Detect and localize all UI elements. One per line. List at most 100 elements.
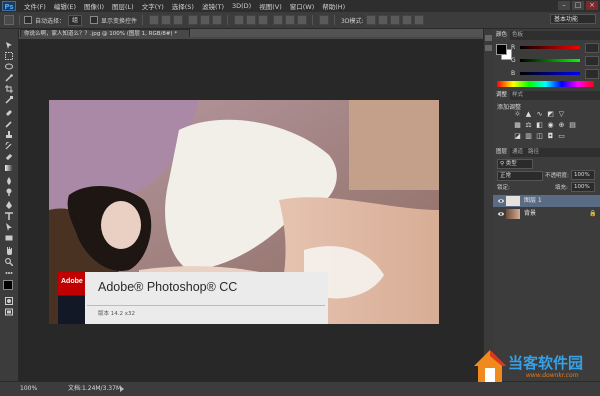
gradient-tool-icon[interactable] <box>5 164 13 172</box>
more-tools-icon[interactable] <box>5 269 13 277</box>
layer-name[interactable]: 背景 <box>524 208 536 220</box>
type-tool-icon[interactable] <box>5 212 13 220</box>
brightness-icon[interactable]: ☼ <box>513 111 522 118</box>
align-right-icon[interactable] <box>212 15 223 25</box>
menu-select[interactable]: 选择(S) <box>172 1 194 11</box>
slider-g-value[interactable] <box>585 56 599 66</box>
history-panel-icon[interactable] <box>485 35 492 41</box>
color-lookup-icon[interactable]: ▤ <box>568 122 577 129</box>
posterize-icon[interactable]: ▥ <box>524 133 533 140</box>
slider-g[interactable]: G <box>511 56 599 66</box>
slider-r-value[interactable] <box>585 43 599 53</box>
close-button[interactable]: × <box>586 1 598 10</box>
workspace-switcher[interactable]: 基本功能 <box>550 14 596 24</box>
clone-stamp-tool-icon[interactable] <box>5 131 13 139</box>
layer-kind-filter[interactable]: ⚲ 类型 <box>497 159 533 169</box>
menu-edit[interactable]: 编辑(E) <box>54 1 76 11</box>
screen-mode-icon[interactable] <box>5 308 13 316</box>
rectangle-tool-icon[interactable] <box>5 234 13 242</box>
auto-select-dropdown[interactable]: 组 <box>68 14 83 26</box>
tab-styles[interactable]: 样式 <box>509 91 526 100</box>
slider-b-track[interactable] <box>520 72 580 75</box>
exposure-icon[interactable]: ◩ <box>546 111 555 118</box>
menu-file[interactable]: 文件(F) <box>24 1 46 11</box>
menu-image[interactable]: 图像(I) <box>84 1 104 11</box>
3d-scale-icon[interactable] <box>413 15 424 25</box>
eyedropper-tool-icon[interactable] <box>5 96 13 104</box>
quick-select-tool-icon[interactable] <box>5 74 13 82</box>
invert-icon[interactable]: ◪ <box>513 133 522 140</box>
fill-input[interactable]: 100% <box>571 182 595 192</box>
3d-roll-icon[interactable] <box>377 15 388 25</box>
brush-tool-icon[interactable] <box>5 120 13 128</box>
slider-r-track[interactable] <box>520 46 580 49</box>
align-vcenter-icon[interactable] <box>161 15 172 25</box>
tab-channels[interactable]: 通道 <box>509 148 526 157</box>
healing-brush-tool-icon[interactable] <box>5 109 13 117</box>
menu-type[interactable]: 文字(Y) <box>142 1 164 11</box>
show-transform-checkbox[interactable] <box>90 16 99 24</box>
layer-row-1[interactable]: 图层 1 <box>493 195 600 207</box>
visibility-eye-icon[interactable] <box>498 198 504 204</box>
distribute-left-icon[interactable] <box>273 15 284 25</box>
distribute-right-icon[interactable] <box>297 15 308 25</box>
selective-color-icon[interactable]: ◘ <box>546 133 555 140</box>
tab-layers[interactable]: 图层 <box>493 148 511 157</box>
gradient-map-icon[interactable]: ▭ <box>557 133 566 140</box>
zoom-level[interactable]: 100% <box>20 382 37 396</box>
eraser-tool-icon[interactable] <box>5 153 13 161</box>
auto-select-checkbox[interactable] <box>24 16 32 24</box>
menu-help[interactable]: 帮助(H) <box>322 1 345 11</box>
foreground-color-swatch[interactable] <box>3 280 13 290</box>
menu-window[interactable]: 窗口(W) <box>290 1 315 11</box>
properties-panel-icon[interactable] <box>485 45 492 51</box>
distribute-bottom-icon[interactable] <box>258 15 269 25</box>
slider-b-value[interactable] <box>585 69 599 79</box>
zoom-tool-icon[interactable] <box>5 258 13 266</box>
tab-color[interactable]: 颜色 <box>493 31 511 40</box>
color-spectrum[interactable] <box>497 81 594 87</box>
tab-paths[interactable]: 路径 <box>525 148 542 157</box>
align-left-icon[interactable] <box>188 15 199 25</box>
layer-row-background[interactable]: 背景 🔒 <box>493 208 600 220</box>
align-bottom-icon[interactable] <box>173 15 184 25</box>
black-white-icon[interactable]: ◧ <box>535 122 544 129</box>
tab-adjustments[interactable]: 调整 <box>493 91 511 100</box>
vibrance-icon[interactable]: ▽ <box>557 111 566 118</box>
threshold-icon[interactable]: ◫ <box>535 133 544 140</box>
levels-icon[interactable]: ▲ <box>524 111 533 118</box>
pen-tool-icon[interactable] <box>5 201 13 209</box>
distribute-hcenter-icon[interactable] <box>285 15 296 25</box>
align-top-icon[interactable] <box>149 15 160 25</box>
crop-tool-icon[interactable] <box>5 85 13 93</box>
distribute-top-icon[interactable] <box>234 15 245 25</box>
opacity-input[interactable]: 100% <box>571 170 595 180</box>
slider-b[interactable]: B <box>511 69 599 79</box>
menu-3d[interactable]: 3D(D) <box>232 2 251 10</box>
channel-mixer-icon[interactable]: ⊕ <box>557 122 566 129</box>
status-menu-arrow-icon[interactable] <box>120 386 124 392</box>
3d-rotate-icon[interactable] <box>365 15 376 25</box>
auto-align-icon[interactable] <box>319 15 330 25</box>
marquee-tool-icon[interactable] <box>5 52 13 60</box>
slider-g-track[interactable] <box>520 59 580 62</box>
distribute-vcenter-icon[interactable] <box>246 15 257 25</box>
3d-slide-icon[interactable] <box>401 15 412 25</box>
curves-icon[interactable]: ∿ <box>535 111 544 118</box>
align-hcenter-icon[interactable] <box>200 15 211 25</box>
history-brush-tool-icon[interactable] <box>5 142 13 150</box>
hand-tool-icon[interactable] <box>5 247 13 255</box>
minimize-button[interactable]: – <box>558 1 570 10</box>
layer-name[interactable]: 图层 1 <box>524 195 542 207</box>
path-selection-tool-icon[interactable] <box>5 223 13 231</box>
lasso-tool-icon[interactable] <box>5 63 13 71</box>
tab-swatches[interactable]: 色板 <box>509 31 526 40</box>
blend-mode-select[interactable]: 正常 <box>497 171 543 181</box>
move-tool-icon[interactable] <box>5 41 13 49</box>
menu-filter[interactable]: 滤镜(T) <box>202 1 224 11</box>
visibility-eye-icon[interactable] <box>498 211 504 217</box>
move-tool-icon[interactable] <box>4 15 14 25</box>
blur-tool-icon[interactable] <box>5 177 13 185</box>
3d-drag-icon[interactable] <box>389 15 400 25</box>
dodge-tool-icon[interactable] <box>5 188 13 196</box>
